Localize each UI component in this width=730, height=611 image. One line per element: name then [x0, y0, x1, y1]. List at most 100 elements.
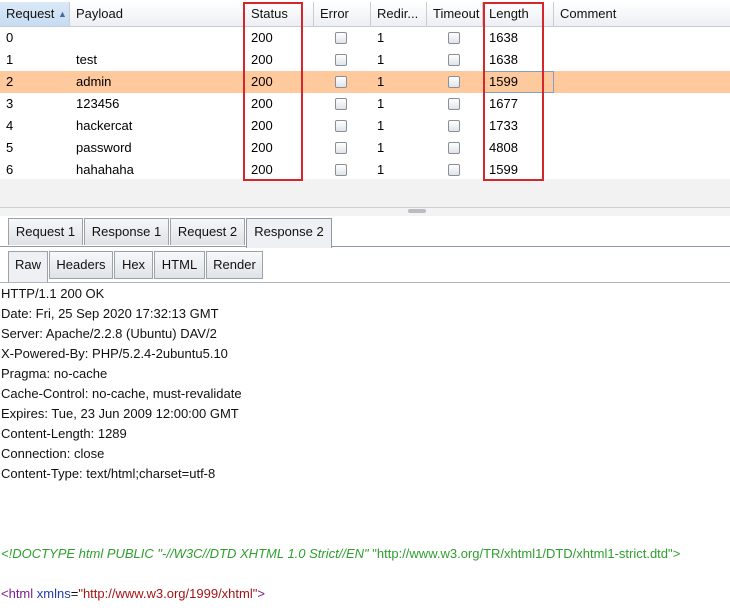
tab-label: Raw	[14, 257, 41, 272]
cell-timeout	[427, 49, 483, 71]
tab-hex[interactable]: Hex	[114, 251, 153, 279]
cell-redirects: 1	[377, 118, 385, 133]
column-label: Request	[6, 6, 55, 21]
error-checkbox[interactable]	[335, 120, 347, 132]
cell-redirects: 1	[377, 162, 385, 177]
cell-comment	[554, 137, 730, 159]
timeout-checkbox[interactable]	[448, 120, 460, 132]
table-row[interactable]: 0 200 1 1638	[0, 27, 730, 49]
cell-request: 4	[6, 118, 14, 133]
doctype-close: >	[672, 546, 681, 561]
attr-name: xmlns	[36, 586, 71, 601]
tab-label: Response 1	[91, 224, 162, 239]
cell-comment	[554, 159, 730, 181]
tab-request-1[interactable]: Request 1	[8, 218, 83, 245]
timeout-checkbox[interactable]	[448, 76, 460, 88]
column-header-redirects[interactable]: Redir...	[371, 2, 427, 26]
cell-status: 200	[251, 118, 273, 133]
cell-timeout	[427, 115, 483, 137]
cell-status: 200	[251, 162, 273, 177]
column-header-timeout[interactable]: Timeout	[427, 2, 483, 26]
cell-timeout	[427, 137, 483, 159]
response-header-line: X-Powered-By: PHP/5.2.4-2ubuntu5.10	[1, 346, 228, 361]
timeout-checkbox[interactable]	[448, 54, 460, 66]
raw-response-view[interactable]: HTTP/1.1 200 OK Date: Fri, 25 Sep 2020 1…	[0, 283, 730, 611]
table-empty-area	[0, 179, 730, 207]
column-header-comment[interactable]: Comment	[554, 2, 730, 26]
response-header-line: Pragma: no-cache	[1, 366, 108, 381]
table-row[interactable]: 5 password 200 1 4808	[0, 137, 730, 159]
splitter-grip-icon[interactable]	[408, 209, 426, 213]
cell-error	[314, 159, 371, 181]
tab-request-2[interactable]: Request 2	[170, 218, 245, 245]
column-header-status[interactable]: Status	[245, 2, 314, 26]
table-row[interactable]: 1 test 200 1 1638	[0, 49, 730, 71]
cell-payload: admin	[76, 74, 112, 89]
cell-request: 5	[6, 140, 14, 155]
tab-response-1[interactable]: Response 1	[84, 218, 169, 245]
column-header-payload[interactable]: Payload	[70, 2, 245, 26]
response-header-line: Date: Fri, 25 Sep 2020 17:32:13 GMT	[1, 306, 219, 321]
sort-ascending-icon: ▲	[58, 9, 67, 19]
timeout-checkbox[interactable]	[448, 32, 460, 44]
cell-request: 6	[6, 162, 14, 177]
column-label: Error	[320, 6, 349, 21]
cell-status: 200	[251, 96, 273, 111]
timeout-checkbox[interactable]	[448, 142, 460, 154]
cell-error	[314, 115, 371, 137]
tab-headers[interactable]: Headers	[49, 251, 113, 279]
tab-label: Hex	[121, 257, 146, 272]
cell-comment	[554, 71, 730, 93]
cell-payload: password	[76, 140, 132, 155]
response-header-line: Cache-Control: no-cache, must-revalidate	[1, 386, 242, 401]
cell-comment	[554, 27, 730, 49]
error-checkbox[interactable]	[335, 76, 347, 88]
tab-render[interactable]: Render	[206, 251, 263, 279]
tab-html[interactable]: HTML	[154, 251, 205, 279]
cell-payload: hahahaha	[76, 162, 134, 177]
html-open-tag-line: <html xmlns="http://www.w3.org/1999/xhtm…	[1, 586, 265, 601]
cell-error	[314, 71, 371, 93]
cell-length: 1638	[489, 52, 518, 67]
table-header: Request ▲ Payload Status Error Redir... …	[0, 2, 730, 27]
cell-timeout	[427, 93, 483, 115]
error-checkbox[interactable]	[335, 142, 347, 154]
cell-payload: 123456	[76, 96, 120, 111]
attr-value: "http://www.w3.org/1999/xhtml"	[78, 586, 258, 601]
response-header-line: Content-Length: 1289	[1, 426, 127, 441]
cell-status: 200	[251, 74, 273, 89]
cell-comment	[554, 49, 730, 71]
tab-label: Request 1	[15, 224, 76, 239]
timeout-checkbox[interactable]	[448, 164, 460, 176]
tab-response-2[interactable]: Response 2	[246, 218, 332, 248]
column-header-error[interactable]: Error	[314, 2, 371, 26]
table-row[interactable]: 3 123456 200 1 1677	[0, 93, 730, 115]
column-header-length[interactable]: Length	[483, 2, 554, 26]
error-checkbox[interactable]	[335, 32, 347, 44]
cell-length: 4808	[489, 140, 518, 155]
response-header-line: Connection: close	[1, 446, 105, 461]
cell-status: 200	[251, 140, 273, 155]
response-header-line: Server: Apache/2.2.8 (Ubuntu) DAV/2	[1, 326, 217, 341]
cell-redirects: 1	[377, 30, 385, 45]
column-label: Redir...	[377, 6, 419, 21]
table-body: 0 200 1 1638 1 test 200 1 1638 2 admin 2…	[0, 27, 730, 181]
cell-error	[314, 27, 371, 49]
timeout-checkbox[interactable]	[448, 98, 460, 110]
cell-length: 1599	[483, 71, 554, 93]
column-header-request[interactable]: Request ▲	[0, 2, 70, 26]
cell-request: 1	[6, 52, 14, 67]
tab-raw[interactable]: Raw	[8, 251, 48, 282]
cell-redirects: 1	[377, 52, 385, 67]
cell-request: 0	[6, 30, 14, 45]
table-row[interactable]: 6 hahahaha 200 1 1599	[0, 159, 730, 181]
cell-length: 1638	[489, 30, 518, 45]
error-checkbox[interactable]	[335, 54, 347, 66]
table-row-selected[interactable]: 2 admin 200 1 1599	[0, 71, 730, 93]
table-row[interactable]: 4 hackercat 200 1 1733	[0, 115, 730, 137]
error-checkbox[interactable]	[335, 98, 347, 110]
error-checkbox[interactable]	[335, 164, 347, 176]
cell-payload: test	[76, 52, 97, 67]
cell-status: 200	[251, 30, 273, 45]
cell-length: 1677	[489, 96, 518, 111]
